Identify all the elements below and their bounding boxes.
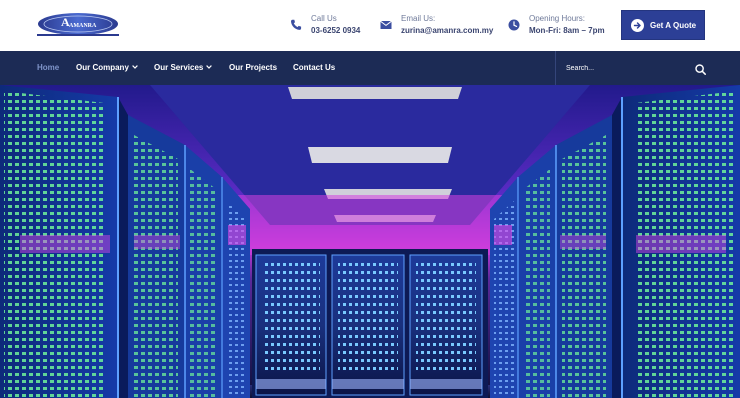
hours-label: Opening Hours: [529, 14, 586, 23]
chevron-down-icon [132, 65, 138, 69]
nav-item-contact-us-label: Contact Us [293, 63, 336, 72]
get-a-quote-label: Get A Quote [650, 21, 697, 30]
phone-label: Call Us [311, 14, 337, 23]
logo-text: AMANRA [69, 23, 97, 29]
nav-item-home-label: Home [37, 63, 60, 72]
chevron-down-icon [206, 65, 213, 69]
search-icon[interactable] [695, 64, 706, 75]
company-logo[interactable]: A AMANRA [37, 12, 119, 36]
nav-item-our-company-label: Our Company [76, 63, 129, 72]
nav-item-home[interactable]: Home [37, 63, 59, 72]
nav-divider [555, 51, 556, 85]
nav-item-our-company[interactable]: Our Company [76, 63, 138, 72]
hero-banner [0, 85, 740, 398]
get-a-quote-button[interactable]: Get A Quote [621, 10, 705, 40]
nav-item-our-services-label: Our Services [154, 63, 204, 72]
phone-number[interactable]: 03-6252 0934 [311, 26, 360, 35]
top-header: A AMANRA Call Us 03-6252 0934 Email Us: … [0, 0, 740, 51]
nav-item-our-projects[interactable]: Our Projects [229, 63, 277, 72]
hours-value: Mon-Fri: 8am – 7pm [529, 26, 605, 35]
nav-item-contact-us[interactable]: Contact Us [293, 63, 335, 72]
server-room-photo [0, 85, 740, 398]
email-label: Email Us: [401, 14, 436, 23]
search-input[interactable] [566, 60, 686, 76]
logo-underline [37, 34, 119, 36]
mail-icon [380, 20, 392, 29]
phone-icon [291, 19, 302, 30]
email-address[interactable]: zurina@amanra.com.my [401, 26, 493, 35]
clock-icon [508, 19, 520, 31]
nav-item-our-services[interactable]: Our Services [154, 63, 213, 72]
main-navigation: Home Our Company Our Services Our Projec… [0, 51, 740, 85]
arrow-right-circle-icon [631, 19, 644, 32]
nav-item-our-projects-label: Our Projects [229, 63, 278, 72]
